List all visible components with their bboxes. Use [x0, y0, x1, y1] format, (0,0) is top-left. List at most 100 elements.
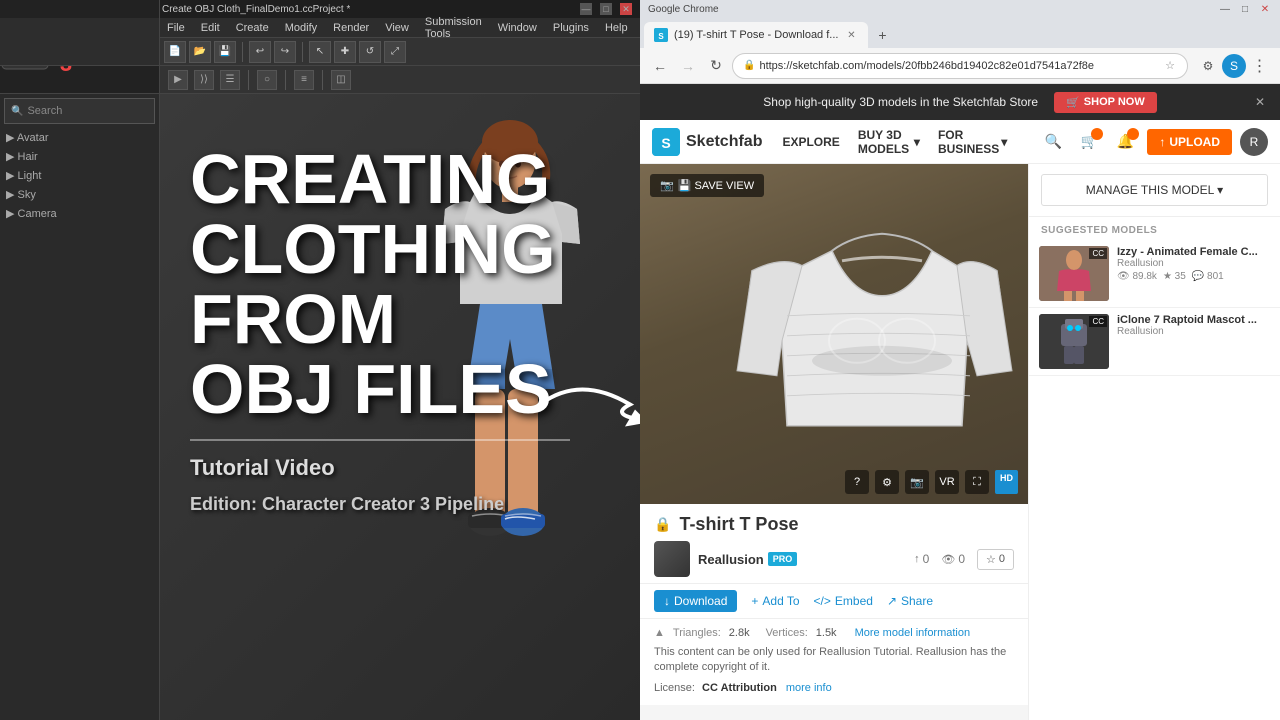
browser-close-btn[interactable]: ✕ — [1258, 2, 1272, 16]
nav-explore[interactable]: EXPLORE — [774, 131, 847, 153]
suggested-comments-1: 💬 801 — [1192, 271, 1224, 282]
sidebar-camera[interactable]: ▶ Camera — [0, 204, 159, 223]
toolbar-undo[interactable]: ↩ — [249, 41, 271, 63]
upload-stat-icon: ↑ — [914, 553, 920, 565]
address-icons: ☆ — [1163, 59, 1177, 73]
shop-now-button[interactable]: 🛒 SHOP NOW — [1054, 92, 1157, 113]
cart-btn[interactable]: 🛒 — [1075, 128, 1103, 156]
suggested-item-1[interactable]: CC Izzy - Animated Female C... Reallusio… — [1029, 240, 1280, 308]
search-icon: 🔍 — [11, 106, 23, 117]
close-button[interactable]: ✕ — [620, 3, 632, 15]
suggested-views-1: 👁 89.8k — [1117, 271, 1157, 282]
refresh-button[interactable]: ↻ — [704, 54, 728, 78]
overlay-line4: OBJ FILES — [190, 354, 570, 424]
viewport-btn-2[interactable]: ⟩⟩ — [194, 70, 214, 90]
menu-window[interactable]: Window — [495, 22, 540, 34]
maximize-button[interactable]: □ — [600, 3, 612, 15]
model-3d-viewer[interactable]: 📷 💾 SAVE VIEW — [640, 164, 1028, 504]
menu-modify[interactable]: Modify — [282, 22, 320, 34]
notifications-btn[interactable]: 🔔 — [1111, 128, 1139, 156]
suggested-thumb-1: CC — [1039, 246, 1109, 301]
browser-maximize-btn[interactable]: □ — [1238, 2, 1252, 16]
help-btn[interactable]: ? — [845, 470, 869, 494]
menu-submission-tools[interactable]: Submission Tools — [422, 16, 485, 40]
vr-btn[interactable]: VR — [935, 470, 959, 494]
add-to-button[interactable]: + Add To — [751, 591, 799, 611]
viewport-btn-6[interactable]: ◫ — [331, 70, 351, 90]
toolbar-rotate[interactable]: ↺ — [359, 41, 381, 63]
settings-btn[interactable]: ⚙ — [875, 470, 899, 494]
viewport-btn-4[interactable]: ○ — [257, 70, 277, 90]
overlay-line1: CREATING — [190, 144, 570, 214]
sidebar-sky[interactable]: ▶ Sky — [0, 185, 159, 204]
toolbar-move[interactable]: ✚ — [334, 41, 356, 63]
sf-left-content: 📷 💾 SAVE VIEW — [640, 164, 1028, 705]
menu-render[interactable]: Render — [330, 22, 372, 34]
sidebar-light[interactable]: ▶ Light — [0, 166, 159, 185]
toolbar-select[interactable]: ↖ — [309, 41, 331, 63]
address-bar[interactable]: 🔒 https://sketchfab.com/models/20fbb246b… — [732, 53, 1188, 79]
toolbar-new[interactable]: 📄 — [164, 41, 186, 63]
share-button[interactable]: ↗ Share — [887, 591, 933, 611]
embed-button[interactable]: </> Embed — [814, 591, 873, 611]
toolbar-scale[interactable]: ⤢ — [384, 41, 406, 63]
download-button[interactable]: ↓ Download — [654, 590, 737, 612]
menu-file[interactable]: File — [164, 22, 188, 34]
menu-view[interactable]: View — [382, 22, 412, 34]
browser-menu-icon[interactable]: ⋮ — [1248, 54, 1272, 78]
more-model-info-link[interactable]: More model information — [855, 627, 971, 639]
menu-edit[interactable]: Edit — [198, 22, 223, 34]
sidebar-hair[interactable]: ▶ Hair — [0, 147, 159, 166]
search-icon-btn[interactable]: 🔍 — [1039, 128, 1067, 156]
menu-plugins[interactable]: Plugins — [550, 22, 592, 34]
camera-label: ▶ Camera — [6, 208, 57, 220]
menu-help[interactable]: Help — [602, 22, 631, 34]
viewport-btn-3[interactable]: ☰ — [220, 70, 240, 90]
minimize-button[interactable]: — — [580, 3, 592, 15]
promo-text: Shop high-quality 3D models in the Sketc… — [763, 95, 1038, 109]
bookmark-star-icon[interactable]: ☆ — [1163, 59, 1177, 73]
forward-button[interactable]: → — [676, 54, 700, 78]
extensions-icon[interactable]: ⚙ — [1196, 54, 1220, 78]
promo-close-button[interactable]: ✕ — [1250, 92, 1270, 112]
suggested-title: SUGGESTED MODELS — [1029, 217, 1280, 240]
model-lock-icon: 🔒 — [654, 516, 671, 533]
browser-active-tab[interactable]: S (19) T-shirt T Pose - Download f... ✕ — [644, 22, 868, 48]
light-label: ▶ Light — [6, 170, 41, 182]
model-actions-bar: ↓ Download + Add To </> Embed ↗ Share — [640, 584, 1028, 619]
sf-logo[interactable]: S Sketchfab — [652, 128, 762, 156]
toolbar-redo[interactable]: ↪ — [274, 41, 296, 63]
screenshot-btn[interactable]: 📷 — [905, 470, 929, 494]
overlay-subtitle: Tutorial Video — [190, 456, 570, 479]
author-avatar[interactable] — [654, 541, 690, 577]
manage-model-section: MANAGE THIS MODEL ▾ — [1029, 164, 1280, 217]
browser-minimize-btn[interactable]: — — [1218, 2, 1232, 16]
toolbar-open[interactable]: 📂 — [189, 41, 211, 63]
nav-buy-3d-models[interactable]: BUY 3D MODELS ▾ — [850, 124, 928, 160]
profile-icon[interactable]: S — [1222, 54, 1246, 78]
fav-button[interactable]: ☆ 0 — [977, 549, 1014, 570]
model-description: This content can be only used for Reallu… — [654, 645, 1014, 676]
back-button[interactable]: ← — [648, 54, 672, 78]
upload-button[interactable]: ↑ UPLOAD — [1147, 129, 1232, 155]
user-avatar-btn[interactable]: R — [1240, 128, 1268, 156]
author-info: Reallusion PRO — [698, 552, 797, 567]
menu-create[interactable]: Create — [233, 22, 272, 34]
suggested-item-2[interactable]: CC iClone 7 Raptoid Mascot ... Reallusio… — [1029, 308, 1280, 376]
notif-badge — [1127, 128, 1139, 140]
fullscreen-btn[interactable]: ⛶ — [965, 470, 989, 494]
nav-for-business[interactable]: FOR BUSINESS ▾ — [930, 124, 1015, 160]
browser-navbar: ← → ↻ 🔒 https://sketchfab.com/models/20f… — [640, 48, 1280, 84]
new-tab-btn[interactable]: + — [868, 22, 896, 48]
sidebar-avatar[interactable]: ▶ Avatar — [0, 128, 159, 147]
viewport-btn-5[interactable]: ≡ — [294, 70, 314, 90]
license-more-info-link[interactable]: more info — [786, 682, 832, 694]
sf-body: 📷 💾 SAVE VIEW — [640, 164, 1280, 720]
tab-close-btn[interactable]: ✕ — [844, 28, 858, 42]
toolbar-save[interactable]: 💾 — [214, 41, 236, 63]
triangles-label-text: Triangles: — [673, 627, 721, 639]
manage-model-button[interactable]: MANAGE THIS MODEL ▾ — [1041, 174, 1268, 206]
viewport-btn-1[interactable]: ▶ — [168, 70, 188, 90]
suggested-info-2: iClone 7 Raptoid Mascot ... Reallusion — [1117, 314, 1270, 369]
triangles-row: ▲ Triangles: 2.8k Vertices: 1.5k More mo… — [654, 627, 1014, 639]
